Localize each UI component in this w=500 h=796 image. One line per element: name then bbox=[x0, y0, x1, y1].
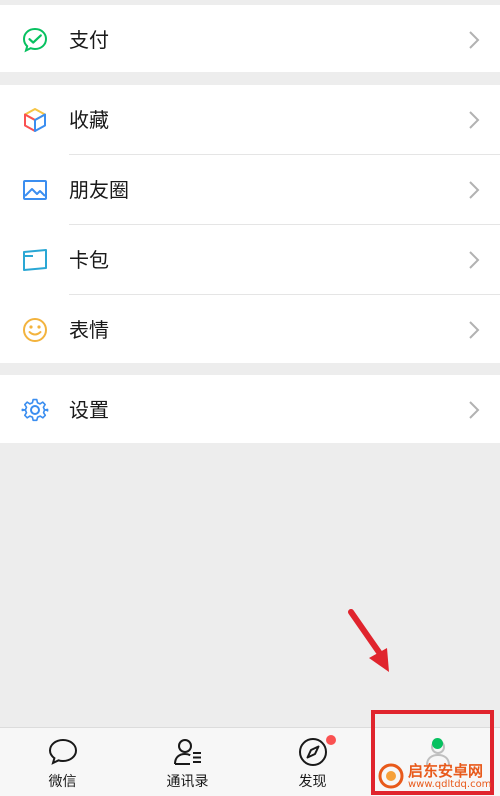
card-package-icon bbox=[21, 246, 49, 274]
menu-item-label: 设置 bbox=[69, 397, 109, 422]
menu-item-stickers[interactable]: 表情 bbox=[0, 295, 500, 364]
tab-label: 发现 bbox=[298, 774, 327, 790]
chevron-right-icon bbox=[468, 320, 480, 340]
chat-bubble-icon bbox=[47, 736, 79, 768]
menu-item-label: 卡包 bbox=[69, 247, 109, 272]
menu-item-settings[interactable]: 设置 bbox=[0, 375, 500, 444]
compass-icon bbox=[297, 736, 329, 768]
tab-label: 通讯录 bbox=[166, 774, 209, 790]
menu-item-moments[interactable]: 朋友圈 bbox=[0, 155, 500, 224]
pay-section: 支付 bbox=[0, 5, 500, 72]
menu-item-card-package[interactable]: 卡包 bbox=[0, 225, 500, 294]
annotation-arrow-icon bbox=[348, 609, 389, 672]
contacts-icon bbox=[172, 736, 204, 768]
menu-item-label: 表情 bbox=[69, 317, 109, 342]
services-section: 收藏 朋友圈 卡包 表情 bbox=[0, 85, 500, 363]
menu-item-pay[interactable]: 支付 bbox=[0, 5, 500, 74]
chevron-right-icon bbox=[468, 110, 480, 130]
tab-chats[interactable]: 微信 bbox=[0, 728, 125, 796]
moments-icon bbox=[21, 176, 49, 204]
sticker-icon bbox=[21, 316, 49, 344]
watermark-title: 启东安卓网 bbox=[408, 762, 484, 780]
notification-badge bbox=[326, 735, 336, 745]
settings-icon bbox=[21, 396, 49, 424]
chevron-right-icon bbox=[468, 180, 480, 200]
menu-item-label: 支付 bbox=[69, 27, 109, 52]
favorites-icon bbox=[21, 106, 49, 134]
tab-label: 微信 bbox=[48, 774, 77, 790]
chevron-right-icon bbox=[468, 250, 480, 270]
chevron-right-icon bbox=[468, 30, 480, 50]
tab-contacts[interactable]: 通讯录 bbox=[125, 728, 250, 796]
tab-discover[interactable]: 发现 bbox=[250, 728, 375, 796]
settings-section: 设置 bbox=[0, 375, 500, 443]
watermark: 启东安卓网 www.qdltdq.com bbox=[372, 758, 500, 795]
menu-item-label: 朋友圈 bbox=[69, 177, 129, 202]
menu-item-label: 收藏 bbox=[69, 107, 109, 132]
watermark-logo-icon bbox=[378, 763, 404, 789]
pay-icon bbox=[21, 26, 49, 54]
watermark-url: www.qdltdq.com bbox=[408, 779, 492, 790]
menu-item-favorites[interactable]: 收藏 bbox=[0, 85, 500, 154]
chevron-right-icon bbox=[468, 400, 480, 420]
